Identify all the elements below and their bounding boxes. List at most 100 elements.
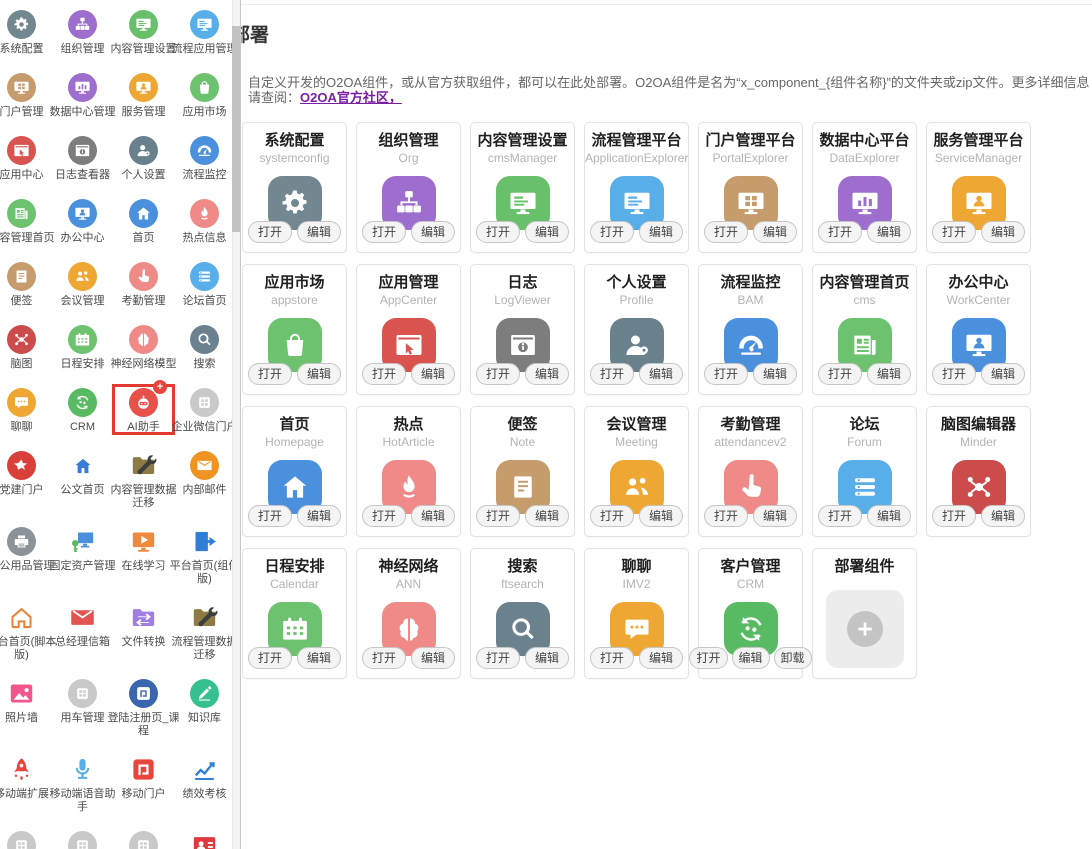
sidebar-item[interactable]: 用车管理 xyxy=(52,676,113,738)
open-button[interactable]: 打开 xyxy=(817,505,862,527)
edit-button[interactable]: 编辑 xyxy=(753,221,798,243)
edit-button[interactable]: 编辑 xyxy=(867,221,912,243)
sidebar-item[interactable]: 神经网络模型 xyxy=(111,322,177,371)
sidebar-item[interactable]: 自定义APP通讯录页 xyxy=(113,828,174,849)
sidebar-item[interactable]: 在线学习 xyxy=(113,524,174,586)
sidebar-item[interactable]: 照片墙 xyxy=(0,676,52,738)
sidebar-item[interactable]: 登陆注册页_课程 xyxy=(107,676,180,738)
sidebar-scrollbar[interactable] xyxy=(232,0,240,849)
sidebar-item[interactable]: 流程监控 xyxy=(174,133,235,182)
sidebar-item[interactable]: 服务管理 xyxy=(113,70,174,119)
scrollbar-thumb[interactable] xyxy=(232,26,240,232)
sidebar-item[interactable]: 办公用品管理 xyxy=(0,524,55,586)
sidebar-item[interactable]: 日志查看器 xyxy=(52,133,113,182)
edit-button[interactable]: 编辑 xyxy=(639,221,684,243)
sidebar-item[interactable]: 流程管理数据迁移 xyxy=(172,600,238,662)
deploy-component-button[interactable] xyxy=(825,590,904,668)
edit-button[interactable]: 编辑 xyxy=(411,363,456,385)
open-button[interactable]: 打开 xyxy=(475,221,520,243)
sidebar-item[interactable]: 公文首页 xyxy=(52,448,113,510)
edit-button[interactable]: 编辑 xyxy=(525,363,570,385)
open-button[interactable]: 打开 xyxy=(589,647,634,669)
sidebar-item[interactable]: 通讯录 xyxy=(174,828,235,849)
open-button[interactable]: 打开 xyxy=(361,221,406,243)
open-button[interactable]: 打开 xyxy=(247,221,292,243)
sidebar-item[interactable]: 考勤管理 xyxy=(113,259,174,308)
sidebar-item[interactable]: 固定资产管理 xyxy=(50,524,116,586)
sidebar-item[interactable]: 热点信息 xyxy=(174,196,235,245)
edit-button[interactable]: 编辑 xyxy=(297,221,342,243)
sidebar-item[interactable]: 绩效考核 xyxy=(174,752,235,814)
open-button[interactable]: 打开 xyxy=(589,363,634,385)
edit-button[interactable]: 编辑 xyxy=(297,505,342,527)
uninstall-button[interactable]: 卸载 xyxy=(773,647,812,669)
edit-button[interactable]: 编辑 xyxy=(297,363,342,385)
open-button[interactable]: 打开 xyxy=(817,221,862,243)
open-button[interactable]: 打开 xyxy=(703,363,748,385)
open-button[interactable]: 打开 xyxy=(817,363,862,385)
edit-button[interactable]: 编辑 xyxy=(753,363,798,385)
edit-button[interactable]: 编辑 xyxy=(411,221,456,243)
open-button[interactable]: 打开 xyxy=(247,363,292,385)
open-button[interactable]: 打开 xyxy=(703,221,748,243)
edit-button[interactable]: 编辑 xyxy=(867,505,912,527)
open-button[interactable]: 打开 xyxy=(689,647,728,669)
edit-button[interactable]: 编辑 xyxy=(525,221,570,243)
sidebar-item[interactable]: 内部邮件 xyxy=(174,448,235,510)
sidebar-item[interactable]: 会议管理 xyxy=(52,259,113,308)
sidebar-item[interactable]: 文件转换 xyxy=(113,600,174,662)
sidebar-item[interactable]: 平台首页(组件版) xyxy=(170,524,239,586)
edit-button[interactable]: 编辑 xyxy=(297,647,342,669)
sidebar-item[interactable]: 总经理信箱 xyxy=(52,600,113,662)
sidebar-item[interactable]: 内容管理设置 xyxy=(111,7,177,56)
edit-button[interactable]: 编辑 xyxy=(639,647,684,669)
sidebar-item[interactable]: 论坛首页 xyxy=(174,259,235,308)
open-button[interactable]: 打开 xyxy=(361,363,406,385)
sidebar-item[interactable]: 考勤扩展 xyxy=(0,828,52,849)
open-button[interactable]: 打开 xyxy=(361,505,406,527)
sidebar-item[interactable]: CRM xyxy=(52,385,113,434)
open-button[interactable]: 打开 xyxy=(931,505,976,527)
open-button[interactable]: 打开 xyxy=(475,363,520,385)
sidebar-item[interactable]: 内容管理数据迁移 xyxy=(111,448,177,510)
sidebar-item[interactable]: 办公中心 xyxy=(52,196,113,245)
edit-button[interactable]: 编辑 xyxy=(753,505,798,527)
sidebar-item[interactable]: 知识库 xyxy=(174,676,235,738)
sidebar-item[interactable]: 党建门户 xyxy=(0,448,52,510)
community-link[interactable]: O2OA官方社区， xyxy=(300,90,402,105)
sidebar-item[interactable]: 组织管理 xyxy=(52,7,113,56)
edit-button[interactable]: 编辑 xyxy=(639,363,684,385)
open-button[interactable]: 打开 xyxy=(931,221,976,243)
sidebar-item[interactable]: 个人设置 xyxy=(113,133,174,182)
sidebar-item[interactable]: 移动门户 xyxy=(113,752,174,814)
edit-button[interactable]: 编辑 xyxy=(639,505,684,527)
open-button[interactable]: 打开 xyxy=(589,221,634,243)
open-button[interactable]: 打开 xyxy=(475,505,520,527)
sidebar-item[interactable]: 移动端语音助手 xyxy=(50,752,116,814)
open-button[interactable]: 打开 xyxy=(361,647,406,669)
edit-button[interactable]: 编辑 xyxy=(525,505,570,527)
edit-button[interactable]: 编辑 xyxy=(981,221,1026,243)
sidebar-item[interactable]: 首页 xyxy=(113,196,174,245)
edit-button[interactable]: 编辑 xyxy=(981,363,1026,385)
sidebar-item[interactable]: 平台首页(脚本版) xyxy=(0,600,56,662)
open-button[interactable]: 打开 xyxy=(931,363,976,385)
sidebar-item[interactable]: 自定义APP设置页 xyxy=(52,828,113,849)
sidebar-item[interactable]: 流程应用管理 xyxy=(172,7,238,56)
edit-button[interactable]: 编辑 xyxy=(411,647,456,669)
edit-button[interactable]: 编辑 xyxy=(411,505,456,527)
sidebar-item[interactable]: 搜索 xyxy=(174,322,235,371)
edit-button[interactable]: 编辑 xyxy=(867,363,912,385)
edit-button[interactable]: 编辑 xyxy=(731,647,770,669)
sidebar-item[interactable]: + AI助手 xyxy=(112,380,175,435)
edit-button[interactable]: 编辑 xyxy=(525,647,570,669)
open-button[interactable]: 打开 xyxy=(247,647,292,669)
open-button[interactable]: 打开 xyxy=(247,505,292,527)
sidebar-item[interactable]: 日程安排 xyxy=(52,322,113,371)
sidebar-item[interactable]: 数据中心管理 xyxy=(50,70,116,119)
sidebar-item[interactable]: 应用市场 xyxy=(174,70,235,119)
open-button[interactable]: 打开 xyxy=(703,505,748,527)
edit-button[interactable]: 编辑 xyxy=(981,505,1026,527)
sidebar-item[interactable]: 企业微信门户 xyxy=(172,385,238,434)
open-button[interactable]: 打开 xyxy=(589,505,634,527)
